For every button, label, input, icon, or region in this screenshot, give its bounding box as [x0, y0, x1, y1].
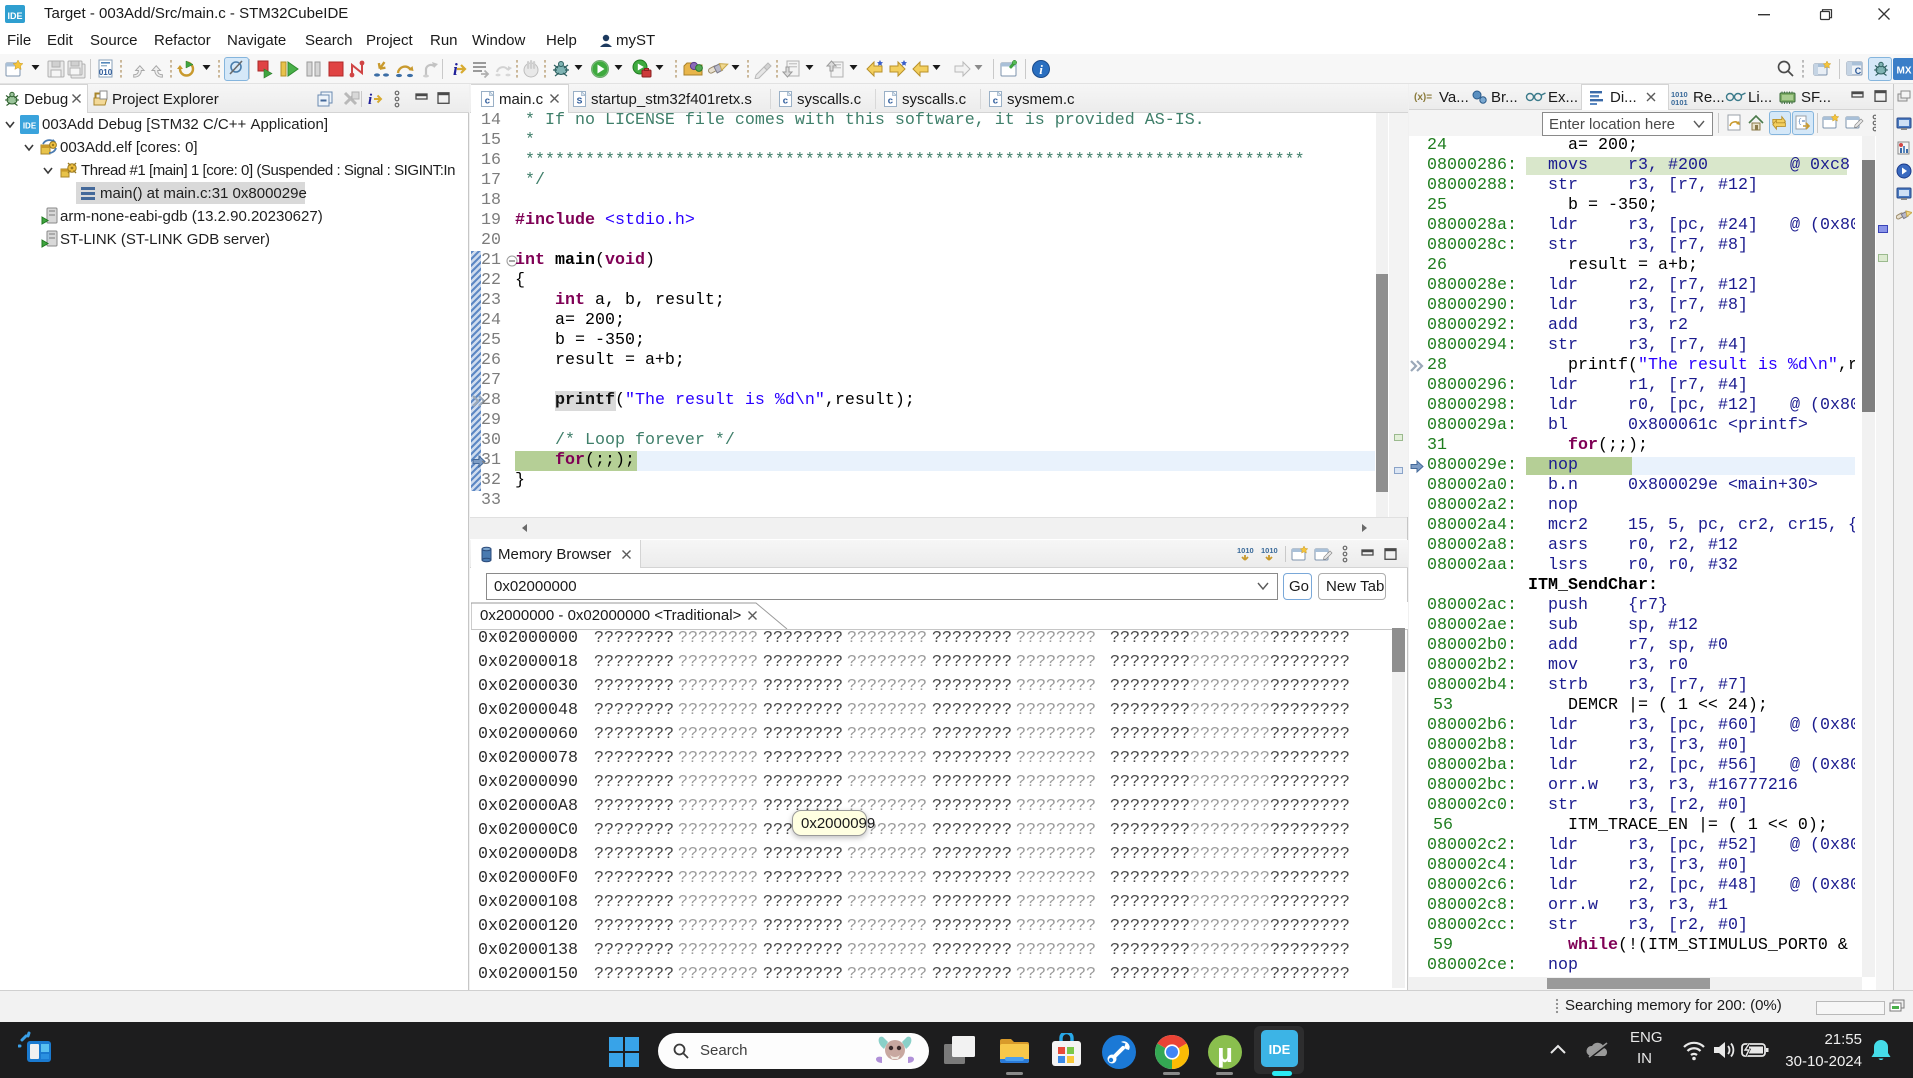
svg-text:c: c [888, 96, 894, 107]
svg-text:S: S [577, 96, 583, 107]
svg-text:i: i [368, 92, 373, 108]
svg-text:IDE: IDE [1269, 1042, 1291, 1057]
svg-text:1010: 1010 [1237, 546, 1254, 555]
svg-text:IDE: IDE [7, 11, 22, 21]
svg-text:0101: 0101 [1671, 98, 1688, 105]
svg-text:(x)=: (x)= [1414, 92, 1432, 103]
svg-text:i: i [1039, 62, 1043, 77]
svg-text:c: c [993, 96, 999, 107]
svg-text:MX: MX [1897, 66, 1912, 77]
svg-text:C: C [1855, 66, 1862, 76]
svg-text:c: c [485, 96, 491, 107]
svg-text:{=: {= [1798, 118, 1806, 125]
svg-text:µ: µ [1217, 1038, 1233, 1068]
svg-text:010: 010 [99, 68, 113, 77]
svg-text:IDE: IDE [23, 122, 37, 131]
svg-text:c: c [783, 96, 789, 107]
svg-text:1010: 1010 [1261, 546, 1278, 555]
